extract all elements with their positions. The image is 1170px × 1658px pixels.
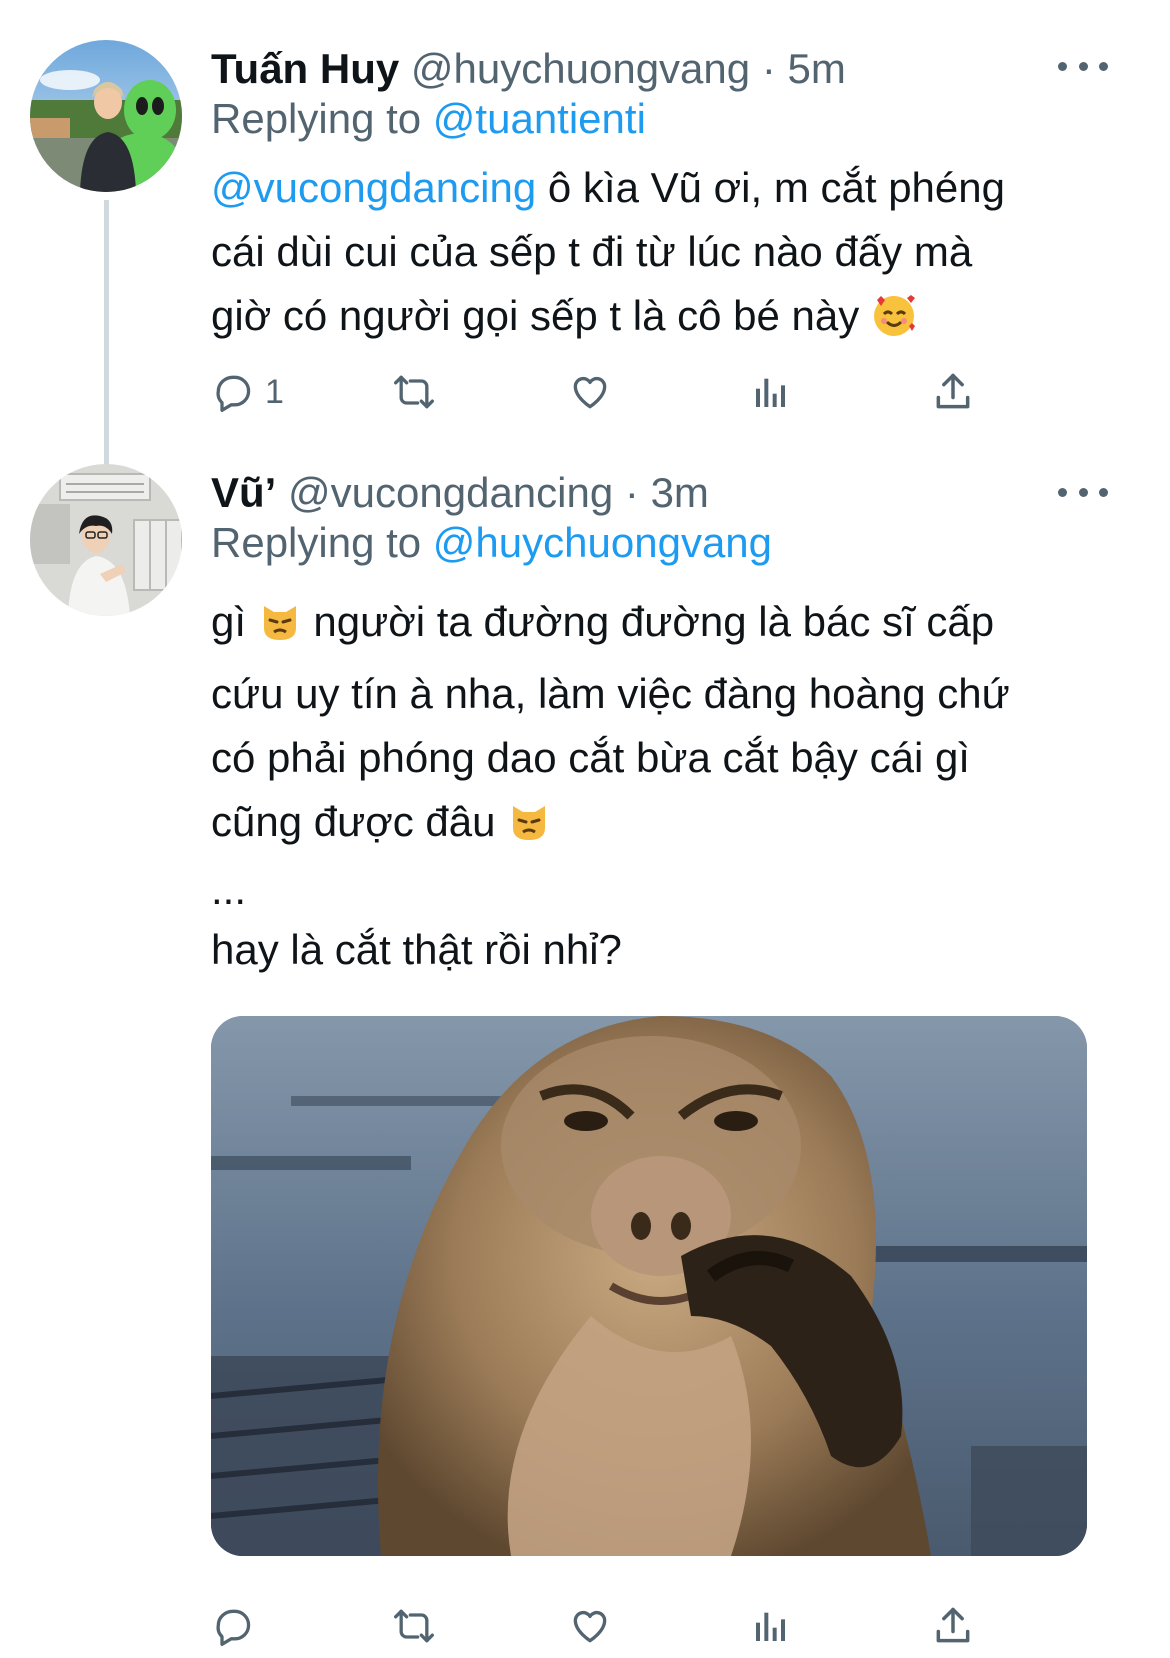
body-line: ...: [211, 866, 247, 913]
body-line: cứu uy tín à nha, làm việc đàng hoàng ch…: [211, 670, 1010, 717]
more-options-button[interactable]: [1058, 46, 1108, 86]
reply-icon: [216, 1609, 251, 1646]
like-icon: [573, 1611, 607, 1643]
reply-icon: [216, 375, 251, 412]
user-handle[interactable]: @huychuongvang: [411, 45, 750, 92]
body-mention[interactable]: @vucongdancing: [211, 164, 536, 211]
body-line: người ta đường đường là bác sĩ cấp: [301, 598, 995, 645]
tweet-media-image[interactable]: [211, 1016, 1087, 1556]
retweet-button[interactable]: [389, 1594, 439, 1658]
share-icon: [936, 373, 970, 409]
tweet-actions: [211, 1594, 1041, 1658]
reply-button[interactable]: [211, 1594, 255, 1658]
timestamp[interactable]: 3m: [651, 469, 709, 516]
like-icon: [573, 377, 607, 409]
smiling-face-with-hearts-emoji: [871, 292, 917, 356]
separator-dot: ·: [761, 45, 776, 92]
like-button[interactable]: [567, 360, 613, 424]
body-line: ô kìa Vũ ơi, m cắt phéng: [536, 164, 1005, 211]
replying-to-label: Replying to: [211, 95, 422, 142]
display-name[interactable]: Tuấn Huy: [211, 45, 399, 92]
retweet-icon: [394, 1609, 434, 1643]
body-line: gì: [211, 598, 258, 645]
analytics-icon: [756, 1612, 785, 1641]
share-button[interactable]: [931, 360, 975, 424]
timestamp[interactable]: 5m: [787, 45, 845, 92]
tweet-2[interactable]: Vũ’ @vucongdancing · 3m Replying to @huy…: [0, 464, 1170, 1652]
replying-to-mention[interactable]: @tuantienti: [433, 95, 646, 142]
avatar[interactable]: [30, 40, 182, 192]
tweet-text: @vucongdancing ô kìa Vũ ơi, m cắt phéng …: [211, 156, 1141, 356]
tweet-actions: 1: [211, 360, 1041, 424]
pouting-cat-face-emoji: [507, 798, 551, 862]
tweet-text: gì người ta đường đường là bác sĩ cấp cứ…: [211, 590, 1141, 982]
replying-to: Replying to @tuantienti: [211, 94, 646, 144]
replying-to-mention[interactable]: @huychuongvang: [433, 519, 772, 566]
reply-button[interactable]: 1: [211, 360, 284, 424]
avatar[interactable]: [30, 464, 182, 616]
pouting-cat-face-emoji: [258, 598, 302, 662]
body-line: có phải phóng dao cắt bừa cắt bậy cái gì: [211, 734, 970, 781]
body-line: cũng được đâu: [211, 798, 508, 845]
share-button[interactable]: [931, 1594, 975, 1658]
analytics-button[interactable]: [751, 1594, 791, 1658]
more-icon: [1058, 487, 1067, 497]
analytics-icon: [756, 378, 785, 407]
replying-to: Replying to @huychuongvang: [211, 518, 772, 568]
body-line: cái dùi cui của sếp t đi từ lúc nào đấy …: [211, 228, 973, 275]
body-line: hay là cắt thật rồi nhỉ?: [211, 926, 622, 973]
like-button[interactable]: [567, 1594, 613, 1658]
analytics-button[interactable]: [751, 360, 791, 424]
replying-to-label: Replying to: [211, 519, 422, 566]
share-icon: [936, 1607, 970, 1643]
retweet-icon: [394, 375, 434, 409]
retweet-button[interactable]: [389, 360, 439, 424]
display-name[interactable]: Vũ’: [211, 469, 276, 516]
user-handle[interactable]: @vucongdancing: [288, 469, 613, 516]
more-icon: [1058, 61, 1067, 71]
more-options-button[interactable]: [1058, 472, 1108, 512]
tweet-header: Tuấn Huy @huychuongvang · 5m: [211, 44, 846, 94]
body-line: giờ có người gọi sếp t là cô bé này: [211, 292, 871, 339]
tweet-1[interactable]: Tuấn Huy @huychuongvang · 5m Replying to…: [0, 0, 1170, 470]
reply-count: 1: [265, 372, 284, 411]
tweet-header: Vũ’ @vucongdancing · 3m: [211, 468, 709, 518]
separator-dot: ·: [624, 469, 639, 516]
